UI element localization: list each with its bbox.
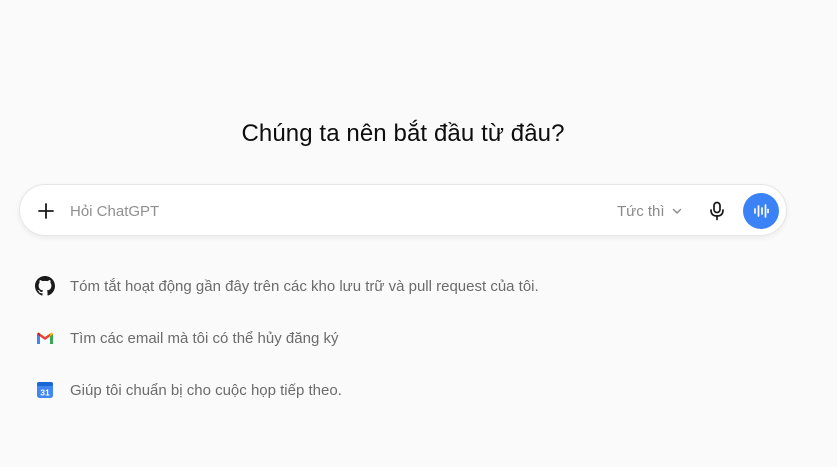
mode-selector[interactable]: Tức thì <box>617 199 683 223</box>
calendar-icon: 31 <box>34 379 56 401</box>
suggestion-list: Tóm tắt hoạt động gần đây trên các kho l… <box>34 270 734 426</box>
suggestion-text: Giúp tôi chuẩn bị cho cuộc họp tiếp theo… <box>70 381 342 399</box>
add-attachment-button[interactable] <box>32 197 60 225</box>
page-heading: Chúng ta nên bắt đầu từ đâu? <box>241 120 565 147</box>
suggestion-gmail[interactable]: Tìm các email mà tôi có thể hủy đăng ký <box>34 322 734 354</box>
prompt-input[interactable] <box>70 199 590 223</box>
microphone-icon <box>710 201 724 221</box>
chat-home: Chúng ta nên bắt đầu từ đâu? Tức thì <box>0 0 837 467</box>
chevron-down-icon <box>672 208 681 214</box>
voice-mode-button[interactable] <box>743 193 779 229</box>
suggestion-github[interactable]: Tóm tắt hoạt động gần đây trên các kho l… <box>34 270 734 302</box>
suggestion-text: Tóm tắt hoạt động gần đây trên các kho l… <box>70 277 539 295</box>
calendar-badge: 31 <box>40 388 50 398</box>
suggestion-text: Tìm các email mà tôi có thể hủy đăng ký <box>70 329 339 347</box>
prompt-composer: Tức thì <box>19 184 787 236</box>
mode-label: Tức thì <box>617 202 665 220</box>
suggestion-calendar[interactable]: 31 Giúp tôi chuẩn bị cho cuộc họp tiếp t… <box>34 374 734 406</box>
gmail-icon <box>34 327 56 349</box>
dictate-button[interactable] <box>703 197 731 225</box>
voice-waveform-icon <box>754 204 769 218</box>
github-icon <box>34 275 56 297</box>
plus-icon <box>38 203 54 219</box>
